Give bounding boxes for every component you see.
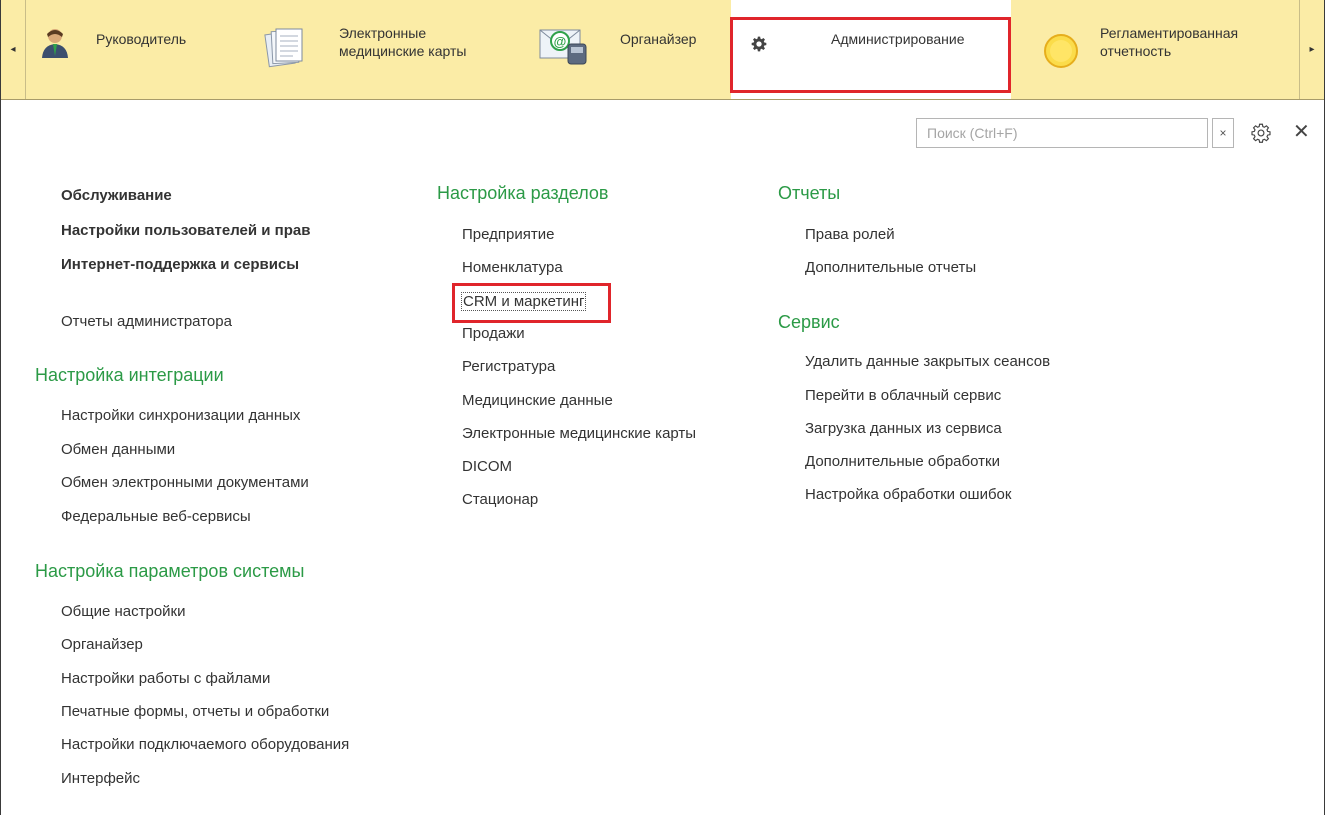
link-federal-web-services[interactable]: Федеральные веб-сервисы [61,508,251,525]
scroll-left-arrow-icon[interactable]: ◂ [1,0,26,99]
link-enterprise[interactable]: Предприятие [462,226,554,243]
link-equipment-settings[interactable]: Настройки подключаемого оборудования [61,736,349,753]
link-additional-processing[interactable]: Дополнительные обработки [805,453,1000,470]
link-internet-support[interactable]: Интернет-поддержка и сервисы [61,256,299,273]
section-organizer[interactable]: @ Органайзер [526,0,731,99]
heading-system-params: Настройка параметров системы [35,561,305,581]
manager-person-icon [42,29,68,58]
section-label: Руководитель [96,31,187,47]
link-user-settings[interactable]: Настройки пользователей и прав [61,222,310,239]
yellow-circle-icon [1044,34,1078,68]
section-regulated-reports[interactable]: Регламентированная отчетность [1011,0,1300,99]
section-label-line1: Регламентированная [1100,25,1239,41]
section-label-line2: медицинские карты [339,43,467,59]
link-interface[interactable]: Интерфейс [61,770,140,787]
heading-reports: Отчеты [778,183,841,203]
link-general-settings[interactable]: Общие настройки [61,603,186,620]
link-delete-closed-sessions[interactable]: Удалить данные закрытых сеансов [805,353,1050,370]
heading-integration: Настройка интеграции [35,365,224,385]
section-emk[interactable]: Электронные медицинские карты [261,0,526,99]
link-hospital[interactable]: Стационар [462,491,538,508]
section-label: Администрирование [831,31,965,47]
link-role-rights[interactable]: Права ролей [805,226,895,243]
link-load-from-service[interactable]: Загрузка данных из сервиса [805,420,1002,437]
clear-search-button[interactable]: × [1212,118,1234,148]
section-label-line2: отчетность [1100,43,1172,59]
documents-stack-icon [264,28,303,68]
link-registry[interactable]: Регистратура [462,358,555,375]
heading-service: Сервис [778,312,840,332]
link-edoc-exchange[interactable]: Обмен электронными документами [61,474,309,491]
search-input[interactable] [916,118,1208,148]
link-maintenance[interactable]: Обслуживание [61,187,172,204]
link-data-exchange[interactable]: Обмен данными [61,441,175,458]
link-file-settings[interactable]: Настройки работы с файлами [61,670,270,687]
svg-text:@: @ [554,34,567,49]
link-go-to-cloud[interactable]: Перейти в облачный сервис [805,387,1001,404]
section-label: Органайзер [620,31,697,47]
link-nomenclature[interactable]: Номенклатура [462,259,563,276]
email-phone-icon: @ [539,29,587,65]
link-error-processing[interactable]: Настройка обработки ошибок [805,486,1011,503]
heading-section-settings: Настройка разделов [437,183,609,203]
section-administration[interactable]: Администрирование [731,0,1011,99]
link-organizer[interactable]: Органайзер [61,636,143,653]
gear-icon [751,36,767,52]
link-additional-reports[interactable]: Дополнительные отчеты [805,259,976,276]
link-dicom[interactable]: DICOM [462,458,512,475]
section-manager[interactable]: Руководитель [26,0,261,99]
link-emk[interactable]: Электронные медицинские карты [462,425,696,442]
section-label-line1: Электронные [339,25,427,41]
link-medical-data[interactable]: Медицинские данные [462,392,613,409]
close-icon[interactable]: ✕ [1293,121,1310,143]
scroll-right-arrow-icon[interactable]: ▸ [1299,0,1324,99]
settings-gear-icon[interactable] [1251,123,1271,143]
link-sync-settings[interactable]: Настройки синхронизации данных [61,407,300,424]
link-print-forms[interactable]: Печатные формы, отчеты и обработки [61,703,329,720]
link-crm-marketing[interactable]: CRM и маркетинг [461,292,587,311]
link-sales[interactable]: Продажи [462,325,525,342]
link-admin-reports[interactable]: Отчеты администратора [61,313,232,330]
sections-panel: ◂ Руководитель Электронные медицинские к… [1,0,1324,100]
